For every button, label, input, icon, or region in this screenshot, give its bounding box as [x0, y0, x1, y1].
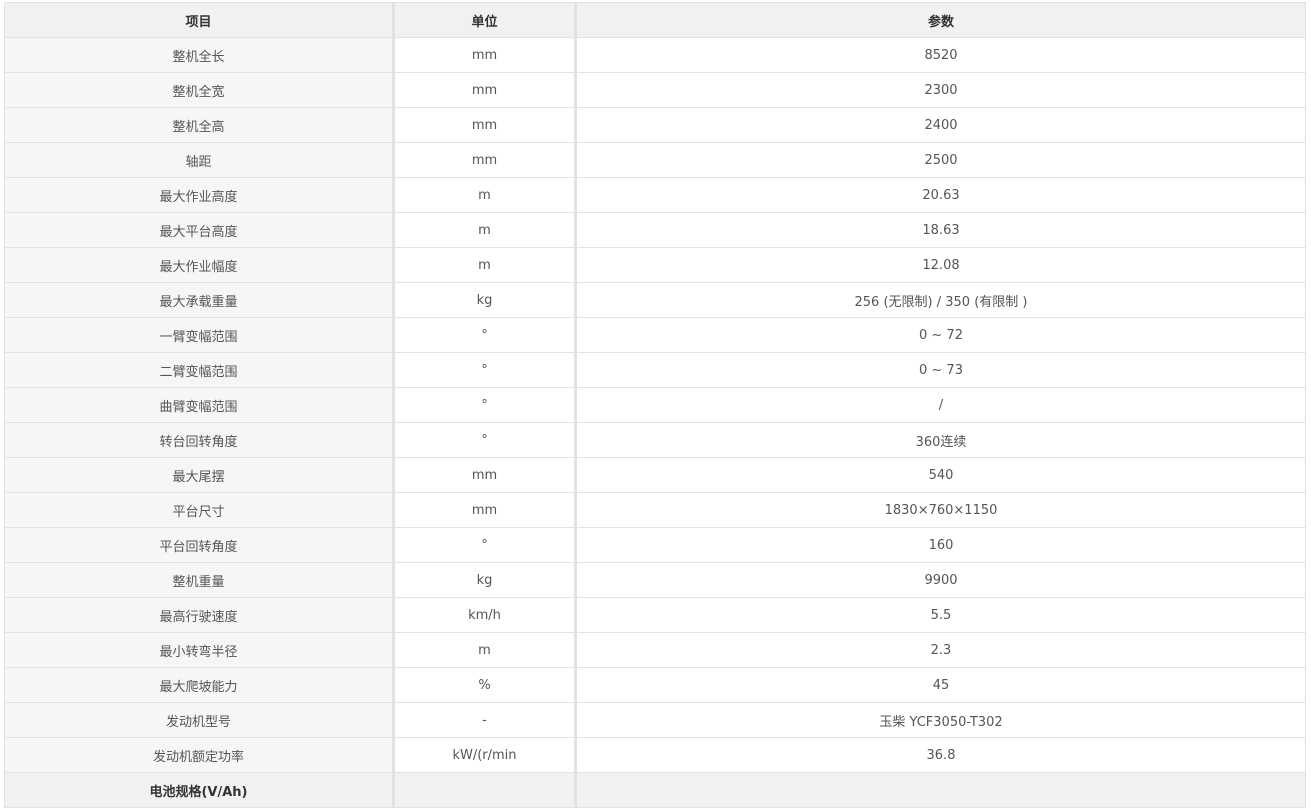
- row-item: 整机重量: [4, 562, 394, 598]
- row-value: /: [575, 387, 1306, 423]
- row-unit: mm: [392, 142, 577, 178]
- table-row: 最高行驶速度 km/h 5.5: [4, 597, 1306, 633]
- row-unit: kg: [392, 562, 577, 598]
- table-row: 最大尾摆 mm 540: [4, 457, 1306, 493]
- header-item: 项目: [4, 2, 394, 38]
- table-row: 一臂变幅范围 ° 0 ~ 72: [4, 317, 1306, 353]
- row-unit: °: [392, 317, 577, 353]
- row-item: 平台尺寸: [4, 492, 394, 528]
- row-item: 一臂变幅范围: [4, 317, 394, 353]
- row-item: 整机全长: [4, 37, 394, 73]
- row-item: 最大作业幅度: [4, 247, 394, 283]
- table-row: 最小转弯半径 m 2.3: [4, 632, 1306, 668]
- row-value: 玉柴 YCF3050-T302: [575, 702, 1306, 738]
- row-unit: %: [392, 667, 577, 703]
- row-item: 轴距: [4, 142, 394, 178]
- row-unit: °: [392, 352, 577, 388]
- row-item: 整机全高: [4, 107, 394, 143]
- row-item: 发动机型号: [4, 702, 394, 738]
- row-item: 最高行驶速度: [4, 597, 394, 633]
- row-value: 5.5: [575, 597, 1306, 633]
- table-row: 转台回转角度 ° 360连续: [4, 422, 1306, 458]
- row-unit: mm: [392, 107, 577, 143]
- row-unit: °: [392, 387, 577, 423]
- table-header: 项目 单位 参数: [4, 2, 1306, 38]
- row-value: 0 ~ 73: [575, 352, 1306, 388]
- row-item: 发动机额定功率: [4, 737, 394, 773]
- row-value: [575, 772, 1306, 808]
- row-item: 最小转弯半径: [4, 632, 394, 668]
- row-item: 转台回转角度: [4, 422, 394, 458]
- table-row: 曲臂变幅范围 ° /: [4, 387, 1306, 423]
- row-value: 45: [575, 667, 1306, 703]
- table-row: 最大作业高度 m 20.63: [4, 177, 1306, 213]
- table-row: 平台尺寸 mm 1830×760×1150: [4, 492, 1306, 528]
- row-item: 平台回转角度: [4, 527, 394, 563]
- row-item: 最大作业高度: [4, 177, 394, 213]
- header-value: 参数: [575, 2, 1306, 38]
- row-item: 二臂变幅范围: [4, 352, 394, 388]
- table-row: 发动机额定功率 kW/(r/min 36.8: [4, 737, 1306, 773]
- row-item: 最大承载重量: [4, 282, 394, 318]
- row-unit: kW/(r/min: [392, 737, 577, 773]
- row-unit: kg: [392, 282, 577, 318]
- table-row: 二臂变幅范围 ° 0 ~ 73: [4, 352, 1306, 388]
- row-item: 最大平台高度: [4, 212, 394, 248]
- table-row: 整机重量 kg 9900: [4, 562, 1306, 598]
- table-row: 最大承载重量 kg 256 (无限制) / 350 (有限制 ): [4, 282, 1306, 318]
- table-body: 整机全长 mm 8520 整机全宽 mm 2300 整机全高 mm 2400 轴距 mm 2500 最大…: [4, 37, 1306, 808]
- row-value: 160: [575, 527, 1306, 563]
- row-item: 电池规格(V/Ah): [4, 772, 394, 808]
- row-unit: mm: [392, 492, 577, 528]
- spec-table: 项目 单位 参数 整机全长 mm 8520 整机全宽 mm 2300 整机全高 mm 2400 轴…: [4, 2, 1306, 808]
- row-unit: km/h: [392, 597, 577, 633]
- row-unit: mm: [392, 37, 577, 73]
- row-unit: -: [392, 702, 577, 738]
- row-item: 最大爬坡能力: [4, 667, 394, 703]
- row-unit: m: [392, 632, 577, 668]
- row-value: 2300: [575, 72, 1306, 108]
- row-value: 12.08: [575, 247, 1306, 283]
- table-row: 轴距 mm 2500: [4, 142, 1306, 178]
- table-row: 平台回转角度 ° 160: [4, 527, 1306, 563]
- row-value: 20.63: [575, 177, 1306, 213]
- table-row: 电池规格(V/Ah): [4, 772, 1306, 808]
- row-unit: m: [392, 212, 577, 248]
- table-row: 最大作业幅度 m 12.08: [4, 247, 1306, 283]
- row-value: 2500: [575, 142, 1306, 178]
- row-value: 0 ~ 72: [575, 317, 1306, 353]
- row-unit: °: [392, 422, 577, 458]
- table-row: 最大爬坡能力% 45: [4, 667, 1306, 703]
- row-value: 8520: [575, 37, 1306, 73]
- table-row: 最大平台高度 m 18.63: [4, 212, 1306, 248]
- row-unit: °: [392, 527, 577, 563]
- row-value: 540: [575, 457, 1306, 493]
- row-item: 最大尾摆: [4, 457, 394, 493]
- row-value: 2.3: [575, 632, 1306, 668]
- row-value: 18.63: [575, 212, 1306, 248]
- header-unit: 单位: [392, 2, 577, 38]
- row-value: 36.8: [575, 737, 1306, 773]
- row-item: 整机全宽: [4, 72, 394, 108]
- table-row: 发动机型号 - 玉柴 YCF3050-T302: [4, 702, 1306, 738]
- table-row: 整机全宽 mm 2300: [4, 72, 1306, 108]
- row-value: 2400: [575, 107, 1306, 143]
- spec-table-container: 项目 单位 参数 整机全长 mm 8520 整机全宽 mm 2300 整机全高 mm 2400 轴…: [4, 2, 1306, 808]
- row-unit: m: [392, 177, 577, 213]
- row-value: 360连续: [575, 422, 1306, 458]
- table-row: 整机全长 mm 8520: [4, 37, 1306, 73]
- row-value: 9900: [575, 562, 1306, 598]
- row-unit: mm: [392, 457, 577, 493]
- row-unit: mm: [392, 72, 577, 108]
- header-row: 项目 单位 参数: [4, 2, 1306, 38]
- row-unit: m: [392, 247, 577, 283]
- row-item: 曲臂变幅范围: [4, 387, 394, 423]
- table-row: 整机全高 mm 2400: [4, 107, 1306, 143]
- row-unit: [392, 772, 577, 808]
- row-value: 256 (无限制) / 350 (有限制 ): [575, 282, 1306, 318]
- row-value: 1830×760×1150: [575, 492, 1306, 528]
